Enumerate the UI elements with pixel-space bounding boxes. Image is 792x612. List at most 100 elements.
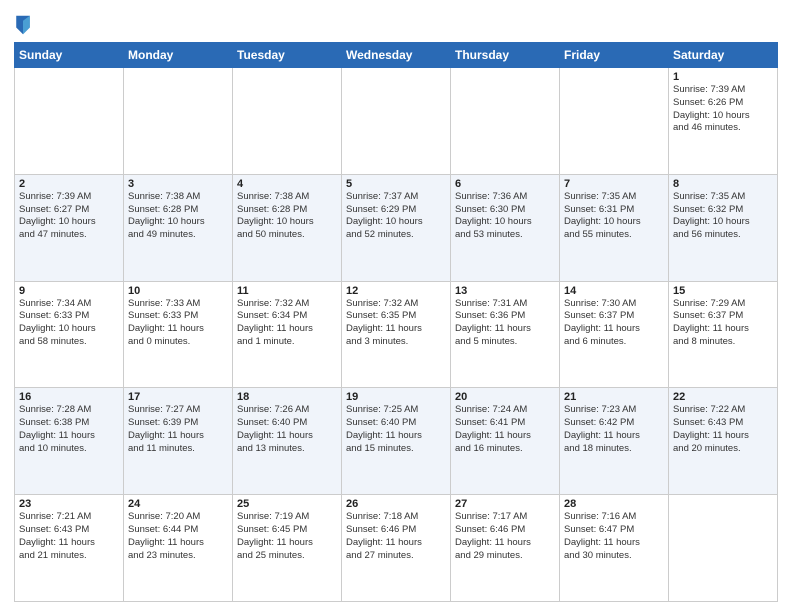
day-info: Sunrise: 7:38 AM Sunset: 6:28 PM Dayligh… xyxy=(128,191,228,242)
day-info: Sunrise: 7:25 AM Sunset: 6:40 PM Dayligh… xyxy=(346,404,446,455)
day-number: 19 xyxy=(346,391,446,403)
week-row-3: 9Sunrise: 7:34 AM Sunset: 6:33 PM Daylig… xyxy=(15,281,778,388)
day-number: 3 xyxy=(128,178,228,190)
week-row-5: 23Sunrise: 7:21 AM Sunset: 6:43 PM Dayli… xyxy=(15,495,778,602)
weekday-thursday: Thursday xyxy=(451,43,560,68)
day-number: 26 xyxy=(346,498,446,510)
day-info: Sunrise: 7:35 AM Sunset: 6:32 PM Dayligh… xyxy=(673,191,773,242)
day-info: Sunrise: 7:18 AM Sunset: 6:46 PM Dayligh… xyxy=(346,511,446,562)
day-cell: 10Sunrise: 7:33 AM Sunset: 6:33 PM Dayli… xyxy=(124,281,233,388)
day-cell: 14Sunrise: 7:30 AM Sunset: 6:37 PM Dayli… xyxy=(560,281,669,388)
day-number: 5 xyxy=(346,178,446,190)
day-cell xyxy=(342,68,451,175)
day-cell: 7Sunrise: 7:35 AM Sunset: 6:31 PM Daylig… xyxy=(560,174,669,281)
day-info: Sunrise: 7:36 AM Sunset: 6:30 PM Dayligh… xyxy=(455,191,555,242)
day-cell: 6Sunrise: 7:36 AM Sunset: 6:30 PM Daylig… xyxy=(451,174,560,281)
day-info: Sunrise: 7:35 AM Sunset: 6:31 PM Dayligh… xyxy=(564,191,664,242)
day-cell: 15Sunrise: 7:29 AM Sunset: 6:37 PM Dayli… xyxy=(669,281,778,388)
weekday-wednesday: Wednesday xyxy=(342,43,451,68)
day-cell: 17Sunrise: 7:27 AM Sunset: 6:39 PM Dayli… xyxy=(124,388,233,495)
day-info: Sunrise: 7:37 AM Sunset: 6:29 PM Dayligh… xyxy=(346,191,446,242)
day-cell: 25Sunrise: 7:19 AM Sunset: 6:45 PM Dayli… xyxy=(233,495,342,602)
day-info: Sunrise: 7:32 AM Sunset: 6:35 PM Dayligh… xyxy=(346,298,446,349)
logo-icon xyxy=(14,14,32,36)
day-info: Sunrise: 7:29 AM Sunset: 6:37 PM Dayligh… xyxy=(673,298,773,349)
day-number: 13 xyxy=(455,285,555,297)
logo xyxy=(14,14,36,36)
day-info: Sunrise: 7:17 AM Sunset: 6:46 PM Dayligh… xyxy=(455,511,555,562)
day-number: 27 xyxy=(455,498,555,510)
day-cell: 19Sunrise: 7:25 AM Sunset: 6:40 PM Dayli… xyxy=(342,388,451,495)
day-number: 8 xyxy=(673,178,773,190)
day-cell xyxy=(233,68,342,175)
day-info: Sunrise: 7:24 AM Sunset: 6:41 PM Dayligh… xyxy=(455,404,555,455)
day-info: Sunrise: 7:19 AM Sunset: 6:45 PM Dayligh… xyxy=(237,511,337,562)
day-info: Sunrise: 7:32 AM Sunset: 6:34 PM Dayligh… xyxy=(237,298,337,349)
day-cell: 23Sunrise: 7:21 AM Sunset: 6:43 PM Dayli… xyxy=(15,495,124,602)
day-cell xyxy=(451,68,560,175)
day-number: 22 xyxy=(673,391,773,403)
day-cell: 22Sunrise: 7:22 AM Sunset: 6:43 PM Dayli… xyxy=(669,388,778,495)
day-cell: 4Sunrise: 7:38 AM Sunset: 6:28 PM Daylig… xyxy=(233,174,342,281)
day-cell: 9Sunrise: 7:34 AM Sunset: 6:33 PM Daylig… xyxy=(15,281,124,388)
day-number: 2 xyxy=(19,178,119,190)
day-cell: 11Sunrise: 7:32 AM Sunset: 6:34 PM Dayli… xyxy=(233,281,342,388)
day-info: Sunrise: 7:21 AM Sunset: 6:43 PM Dayligh… xyxy=(19,511,119,562)
day-info: Sunrise: 7:31 AM Sunset: 6:36 PM Dayligh… xyxy=(455,298,555,349)
day-number: 16 xyxy=(19,391,119,403)
day-info: Sunrise: 7:27 AM Sunset: 6:39 PM Dayligh… xyxy=(128,404,228,455)
day-cell xyxy=(15,68,124,175)
day-cell: 16Sunrise: 7:28 AM Sunset: 6:38 PM Dayli… xyxy=(15,388,124,495)
day-cell: 18Sunrise: 7:26 AM Sunset: 6:40 PM Dayli… xyxy=(233,388,342,495)
day-cell: 3Sunrise: 7:38 AM Sunset: 6:28 PM Daylig… xyxy=(124,174,233,281)
weekday-friday: Friday xyxy=(560,43,669,68)
week-row-2: 2Sunrise: 7:39 AM Sunset: 6:27 PM Daylig… xyxy=(15,174,778,281)
day-cell xyxy=(560,68,669,175)
day-cell: 21Sunrise: 7:23 AM Sunset: 6:42 PM Dayli… xyxy=(560,388,669,495)
day-number: 21 xyxy=(564,391,664,403)
day-cell: 26Sunrise: 7:18 AM Sunset: 6:46 PM Dayli… xyxy=(342,495,451,602)
day-info: Sunrise: 7:39 AM Sunset: 6:27 PM Dayligh… xyxy=(19,191,119,242)
day-number: 15 xyxy=(673,285,773,297)
day-number: 18 xyxy=(237,391,337,403)
day-info: Sunrise: 7:30 AM Sunset: 6:37 PM Dayligh… xyxy=(564,298,664,349)
day-cell: 2Sunrise: 7:39 AM Sunset: 6:27 PM Daylig… xyxy=(15,174,124,281)
day-info: Sunrise: 7:33 AM Sunset: 6:33 PM Dayligh… xyxy=(128,298,228,349)
weekday-header-row: SundayMondayTuesdayWednesdayThursdayFrid… xyxy=(15,43,778,68)
day-number: 4 xyxy=(237,178,337,190)
calendar-page: SundayMondayTuesdayWednesdayThursdayFrid… xyxy=(0,0,792,612)
day-number: 17 xyxy=(128,391,228,403)
day-info: Sunrise: 7:22 AM Sunset: 6:43 PM Dayligh… xyxy=(673,404,773,455)
day-info: Sunrise: 7:26 AM Sunset: 6:40 PM Dayligh… xyxy=(237,404,337,455)
day-number: 7 xyxy=(564,178,664,190)
day-info: Sunrise: 7:38 AM Sunset: 6:28 PM Dayligh… xyxy=(237,191,337,242)
week-row-1: 1Sunrise: 7:39 AM Sunset: 6:26 PM Daylig… xyxy=(15,68,778,175)
day-cell xyxy=(669,495,778,602)
day-info: Sunrise: 7:39 AM Sunset: 6:26 PM Dayligh… xyxy=(673,84,773,135)
weekday-saturday: Saturday xyxy=(669,43,778,68)
day-cell: 27Sunrise: 7:17 AM Sunset: 6:46 PM Dayli… xyxy=(451,495,560,602)
day-number: 11 xyxy=(237,285,337,297)
day-number: 20 xyxy=(455,391,555,403)
day-cell: 5Sunrise: 7:37 AM Sunset: 6:29 PM Daylig… xyxy=(342,174,451,281)
day-number: 28 xyxy=(564,498,664,510)
weekday-tuesday: Tuesday xyxy=(233,43,342,68)
day-number: 9 xyxy=(19,285,119,297)
day-info: Sunrise: 7:34 AM Sunset: 6:33 PM Dayligh… xyxy=(19,298,119,349)
day-number: 23 xyxy=(19,498,119,510)
day-info: Sunrise: 7:20 AM Sunset: 6:44 PM Dayligh… xyxy=(128,511,228,562)
day-number: 10 xyxy=(128,285,228,297)
day-info: Sunrise: 7:23 AM Sunset: 6:42 PM Dayligh… xyxy=(564,404,664,455)
day-number: 25 xyxy=(237,498,337,510)
day-number: 1 xyxy=(673,71,773,83)
day-info: Sunrise: 7:28 AM Sunset: 6:38 PM Dayligh… xyxy=(19,404,119,455)
day-cell: 24Sunrise: 7:20 AM Sunset: 6:44 PM Dayli… xyxy=(124,495,233,602)
header xyxy=(14,10,778,36)
day-cell: 1Sunrise: 7:39 AM Sunset: 6:26 PM Daylig… xyxy=(669,68,778,175)
day-info: Sunrise: 7:16 AM Sunset: 6:47 PM Dayligh… xyxy=(564,511,664,562)
day-cell: 8Sunrise: 7:35 AM Sunset: 6:32 PM Daylig… xyxy=(669,174,778,281)
calendar-table: SundayMondayTuesdayWednesdayThursdayFrid… xyxy=(14,42,778,602)
day-cell: 13Sunrise: 7:31 AM Sunset: 6:36 PM Dayli… xyxy=(451,281,560,388)
weekday-monday: Monday xyxy=(124,43,233,68)
day-cell: 12Sunrise: 7:32 AM Sunset: 6:35 PM Dayli… xyxy=(342,281,451,388)
